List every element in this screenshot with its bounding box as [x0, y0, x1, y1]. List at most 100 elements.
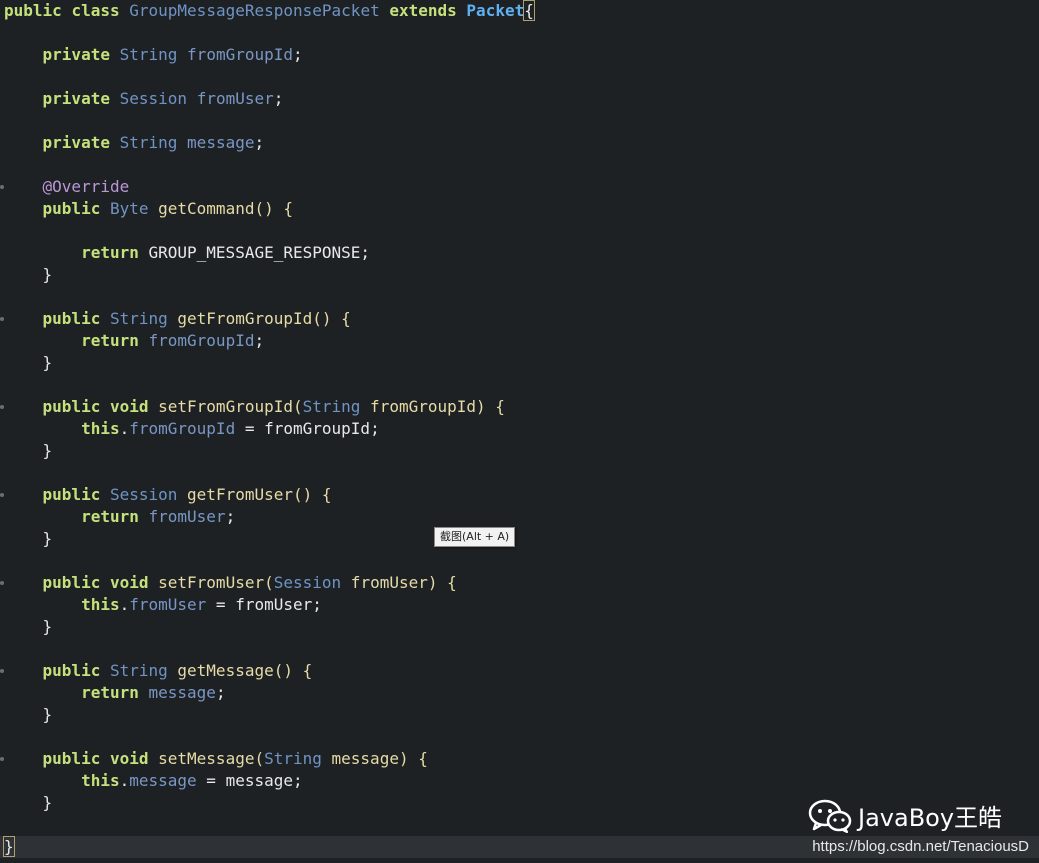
code-line-assignment: this.fromUser = fromUser;: [4, 594, 322, 616]
code-line-method-signature: public void setFromUser(Session fromUser…: [4, 572, 457, 594]
type-name: Session: [273, 573, 342, 592]
punctuation: ;: [254, 331, 265, 350]
field-name: message: [148, 683, 216, 702]
keyword: this: [81, 771, 120, 790]
keyword: public: [4, 1, 62, 20]
field-name: fromUser: [196, 89, 274, 108]
punctuation: ;: [215, 683, 226, 702]
code-line-field: private Session fromUser;: [4, 88, 284, 110]
code-editor[interactable]: public class GroupMessageResponsePacket …: [0, 0, 1039, 863]
assignment-expression: = fromUser;: [206, 595, 322, 614]
keyword: public: [42, 485, 101, 504]
keyword: private: [42, 133, 110, 152]
code-line-annotation: @Override: [4, 176, 130, 198]
punctuation: }: [42, 265, 53, 284]
keyword: public: [42, 309, 101, 328]
keyword: class: [71, 1, 120, 20]
punctuation: ;: [273, 89, 284, 108]
code-line-close-brace: }: [4, 264, 53, 286]
watermark: JavaBoy王皓: [808, 798, 1002, 833]
annotation: @Override: [42, 177, 130, 196]
watermark-url: https://blog.csdn.net/TenaciousD: [812, 838, 1029, 855]
field-name: message: [129, 771, 197, 790]
type-name: Session: [119, 89, 188, 108]
code-line-class-close: }: [3, 836, 15, 858]
keyword: void: [109, 397, 149, 416]
code-line-close-brace: }: [4, 792, 53, 814]
parent-class-name: Packet: [466, 1, 525, 20]
keyword: extends: [389, 1, 457, 20]
punctuation: }: [42, 441, 53, 460]
keyword: void: [109, 749, 149, 768]
type-name: Session: [109, 485, 178, 504]
code-line-return: return message;: [4, 682, 226, 704]
code-line-field: private String fromGroupId;: [4, 44, 303, 66]
code-line-assignment: this.fromGroupId = fromGroupId;: [4, 418, 380, 440]
code-line-method-signature: public String getFromGroupId() {: [4, 308, 351, 330]
keyword: this: [81, 419, 120, 438]
code-line-close-brace: }: [4, 528, 53, 550]
keyword: return: [81, 683, 139, 702]
keyword: public: [42, 749, 101, 768]
assignment-expression: = message;: [196, 771, 303, 790]
field-name: fromGroupId: [148, 331, 255, 350]
method-name: getFromUser() {: [177, 485, 332, 504]
punctuation: .: [119, 419, 130, 438]
field-name: fromGroupId: [187, 45, 294, 64]
type-name: String: [109, 309, 168, 328]
keyword: public: [42, 573, 101, 592]
screenshot-tooltip: 截图(Alt + A): [434, 527, 516, 547]
code-line-return: return fromGroupId;: [4, 330, 264, 352]
method-name: getMessage() {: [167, 661, 313, 680]
parameter: message) {: [321, 749, 428, 768]
punctuation: ;: [293, 45, 303, 64]
punctuation: }: [42, 793, 53, 812]
keyword: private: [42, 89, 110, 108]
method-name: setFromGroupId(: [148, 397, 303, 416]
type-name: String: [264, 749, 322, 768]
code-line-return: return fromUser;: [4, 506, 235, 528]
parameter: fromUser) {: [341, 573, 457, 592]
assignment-expression: = fromGroupId;: [235, 419, 380, 438]
field-name: fromUser: [129, 595, 207, 614]
field-name: message: [187, 133, 255, 152]
type-name: String: [119, 133, 178, 152]
keyword: return: [81, 507, 139, 526]
keyword: return: [81, 243, 139, 262]
keyword: public: [42, 661, 101, 680]
code-line-return: return GROUP_MESSAGE_RESPONSE;: [4, 242, 370, 264]
code-line-close-brace: }: [4, 704, 53, 726]
punctuation: }: [42, 529, 53, 548]
code-line-field: private String message;: [4, 132, 265, 154]
code-line-assignment: this.message = message;: [4, 770, 303, 792]
keyword: private: [42, 45, 110, 64]
code-line-method-signature: public void setFromGroupId(String fromGr…: [4, 396, 505, 418]
field-name: fromGroupId: [129, 419, 236, 438]
method-name: getFromGroupId() {: [167, 309, 351, 328]
code-line-method-signature: public void setMessage(String message) {: [4, 748, 428, 770]
code-line-method-signature: public String getMessage() {: [4, 660, 313, 682]
keyword: public: [42, 397, 101, 416]
watermark-brand: JavaBoy王皓: [858, 804, 1003, 832]
field-name: fromUser: [148, 507, 226, 526]
type-name: String: [302, 397, 361, 416]
wechat-icon: [808, 799, 852, 833]
keyword: public: [42, 199, 101, 218]
keyword: return: [81, 331, 139, 350]
code-line-class-declaration: public class GroupMessageResponsePacket …: [4, 0, 535, 22]
punctuation: .: [119, 771, 130, 790]
punctuation: }: [42, 353, 53, 372]
keyword: void: [109, 573, 149, 592]
punctuation: .: [119, 595, 130, 614]
punctuation: ;: [254, 133, 265, 152]
type-name: String: [119, 45, 178, 64]
code-line-close-brace: }: [4, 352, 53, 374]
code-line-method-signature: public Session getFromUser() {: [4, 484, 332, 506]
parameter: fromGroupId) {: [360, 397, 505, 416]
code-line-close-brace: }: [4, 616, 53, 638]
type-name: Byte: [109, 199, 149, 218]
punctuation: ;: [225, 507, 236, 526]
code-line-method-signature: public Byte getCommand() {: [4, 198, 293, 220]
method-name: setMessage(: [148, 749, 265, 768]
punctuation: }: [42, 617, 53, 636]
